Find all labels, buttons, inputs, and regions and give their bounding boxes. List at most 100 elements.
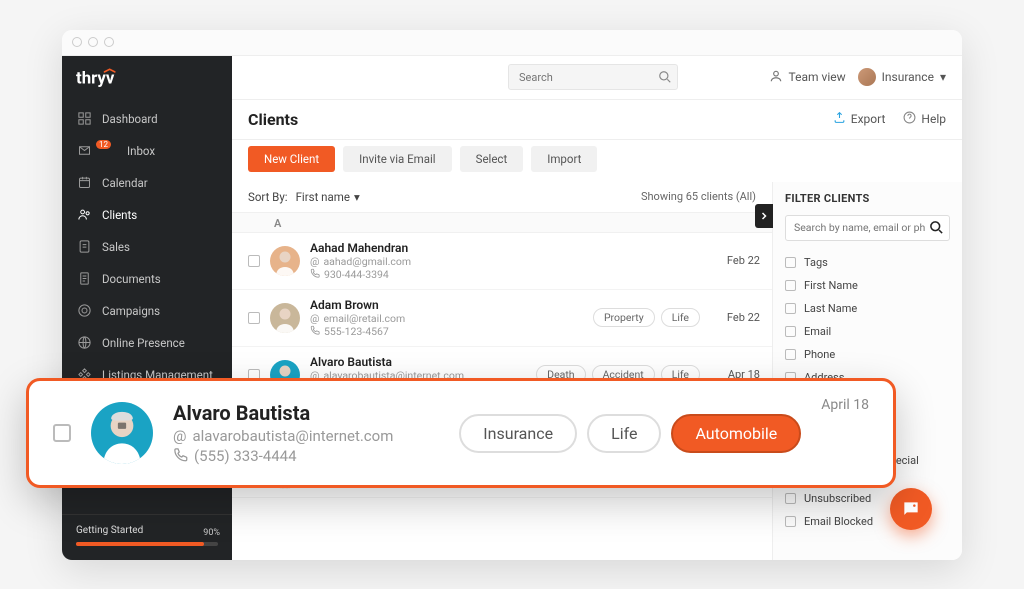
sidebar-item-clients[interactable]: Clients xyxy=(62,199,232,231)
client-phone: (555) 333-4444 xyxy=(194,447,297,465)
client-row[interactable]: Aahad Mahendran @aahad@gmail.com 930-444… xyxy=(232,233,772,290)
tag-pill[interactable]: Life xyxy=(587,414,661,453)
sidebar-item-label: Dashboard xyxy=(102,112,158,126)
account-dropdown[interactable]: Insurance ▾ xyxy=(858,68,946,86)
progress-percent: 90% xyxy=(203,528,220,538)
checkbox[interactable] xyxy=(785,303,796,314)
nav-icon xyxy=(76,303,92,319)
section-letter: A xyxy=(232,212,772,233)
export-link[interactable]: Export xyxy=(833,111,886,127)
sidebar-item-sales[interactable]: Sales xyxy=(62,231,232,263)
filter-item-label: First Name xyxy=(804,279,858,292)
checkbox[interactable] xyxy=(53,424,71,442)
sidebar-item-documents[interactable]: Documents xyxy=(62,263,232,295)
at-icon: @ xyxy=(310,255,319,268)
team-view-link[interactable]: Team view xyxy=(769,69,846,86)
sort-label: Sort By: xyxy=(248,190,288,204)
checkbox[interactable] xyxy=(248,312,260,324)
collapse-filter-handle[interactable] xyxy=(755,204,773,228)
nav-icon xyxy=(76,335,92,351)
topbar: Team view Insurance ▾ xyxy=(232,56,962,100)
chevron-down-icon: ▾ xyxy=(940,70,946,84)
filter-item-label: Email xyxy=(804,325,831,338)
filter-pane: FILTER CLIENTS TagsFirst NameLast NameEm… xyxy=(772,182,962,560)
client-email: aahad@gmail.com xyxy=(323,255,411,268)
export-label: Export xyxy=(851,112,886,126)
at-icon: @ xyxy=(173,427,186,445)
nav-icon xyxy=(76,271,92,287)
filter-item-first-name[interactable]: First Name xyxy=(785,274,950,297)
client-row[interactable]: Adam Brown @email@retail.com 555-123-456… xyxy=(232,290,772,347)
page-title: Clients xyxy=(248,110,298,129)
new-client-button[interactable]: New Client xyxy=(248,146,335,172)
client-tags: Insurance Life Automobile xyxy=(459,414,801,453)
client-phone: 930-444-3394 xyxy=(324,268,389,281)
account-avatar xyxy=(858,68,876,86)
user-icon xyxy=(769,69,783,86)
client-info: Alvaro Bautista @alavarobautista@interne… xyxy=(173,401,393,466)
tag-pill[interactable]: Automobile xyxy=(671,414,801,453)
nav-icon xyxy=(76,239,92,255)
filter-search-input[interactable] xyxy=(785,215,950,241)
sidebar-item-online-presence[interactable]: Online Presence xyxy=(62,327,232,359)
sort-dropdown[interactable]: First name ▾ xyxy=(296,190,360,204)
checkbox[interactable] xyxy=(785,516,796,527)
getting-started-block[interactable]: Getting Started 90% xyxy=(62,514,232,560)
help-link[interactable]: Help xyxy=(903,111,946,127)
sidebar-item-dashboard[interactable]: Dashboard xyxy=(62,103,232,135)
import-button[interactable]: Import xyxy=(531,146,597,172)
window-min-dot[interactable] xyxy=(88,37,98,47)
invite-email-button[interactable]: Invite via Email xyxy=(343,146,452,172)
checkbox[interactable] xyxy=(785,493,796,504)
client-list-pane: Sort By: First name ▾ Showing 65 clients… xyxy=(232,182,772,560)
export-icon xyxy=(833,111,846,127)
nav-icon xyxy=(76,207,92,223)
checkbox[interactable] xyxy=(785,326,796,337)
sidebar-item-label: Campaigns xyxy=(102,304,160,318)
getting-started-label: Getting Started xyxy=(76,525,143,536)
client-info: Adam Brown @email@retail.com 555-123-456… xyxy=(310,298,583,338)
tag-pill[interactable]: Life xyxy=(661,308,700,327)
chat-fab[interactable] xyxy=(890,488,932,530)
window-max-dot[interactable] xyxy=(104,37,114,47)
checkbox[interactable] xyxy=(785,257,796,268)
filter-item-phone[interactable]: Phone xyxy=(785,343,950,366)
search-input[interactable] xyxy=(508,64,678,90)
phone-icon xyxy=(310,325,320,338)
help-icon xyxy=(903,111,916,127)
global-search[interactable] xyxy=(508,64,678,90)
filter-item-last-name[interactable]: Last Name xyxy=(785,297,950,320)
client-date: Feb 22 xyxy=(710,311,760,324)
sidebar-item-label: Documents xyxy=(102,272,161,286)
filter-item-email[interactable]: Email xyxy=(785,320,950,343)
client-info: Aahad Mahendran @aahad@gmail.com 930-444… xyxy=(310,241,690,281)
client-avatar xyxy=(91,402,153,464)
client-tags: Property Life xyxy=(593,308,700,327)
sort-value: First name xyxy=(296,190,350,204)
phone-icon xyxy=(310,268,320,281)
sidebar-item-inbox[interactable]: 12Inbox xyxy=(62,135,232,167)
nav-icon xyxy=(76,143,92,159)
nav-icon xyxy=(76,175,92,191)
client-name: Alvaro Bautista xyxy=(310,355,526,369)
sidebar-item-label: Sales xyxy=(102,240,130,254)
client-email: alavarobautista@internet.com xyxy=(192,427,393,445)
window-close-dot[interactable] xyxy=(72,37,82,47)
tag-pill[interactable]: Insurance xyxy=(459,414,577,453)
phone-icon xyxy=(173,447,188,466)
checkbox[interactable] xyxy=(785,280,796,291)
checkbox[interactable] xyxy=(248,255,260,267)
select-button[interactable]: Select xyxy=(460,146,524,172)
search-icon xyxy=(929,220,944,238)
filter-search[interactable] xyxy=(785,215,950,241)
sidebar-item-campaigns[interactable]: Campaigns xyxy=(62,295,232,327)
sidebar-item-label: Online Presence xyxy=(102,336,185,350)
client-name: Adam Brown xyxy=(310,298,583,312)
tag-pill[interactable]: Property xyxy=(593,308,655,327)
showing-count: Showing 65 clients (All) xyxy=(641,190,756,203)
filter-item-tags[interactable]: Tags xyxy=(785,251,950,274)
sidebar-item-calendar[interactable]: Calendar xyxy=(62,167,232,199)
nav-badge: 12 xyxy=(96,140,111,149)
content-header: Clients Export Help xyxy=(232,100,962,140)
checkbox[interactable] xyxy=(785,349,796,360)
